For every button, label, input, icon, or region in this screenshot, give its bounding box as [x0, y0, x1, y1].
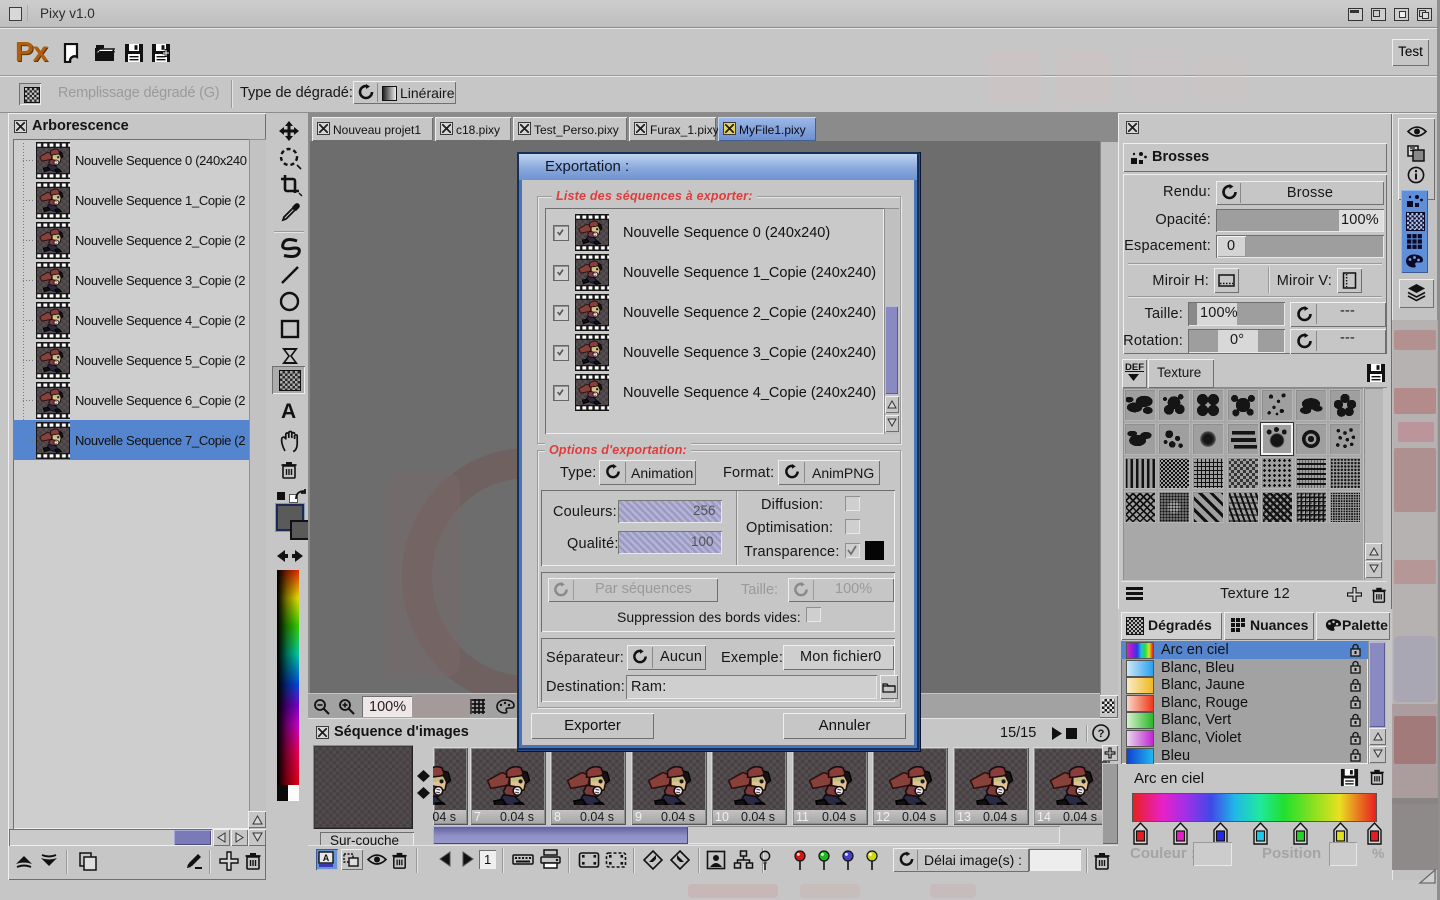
svg-text:?: ? — [1098, 728, 1105, 740]
svg-text:A: A — [323, 853, 330, 863]
